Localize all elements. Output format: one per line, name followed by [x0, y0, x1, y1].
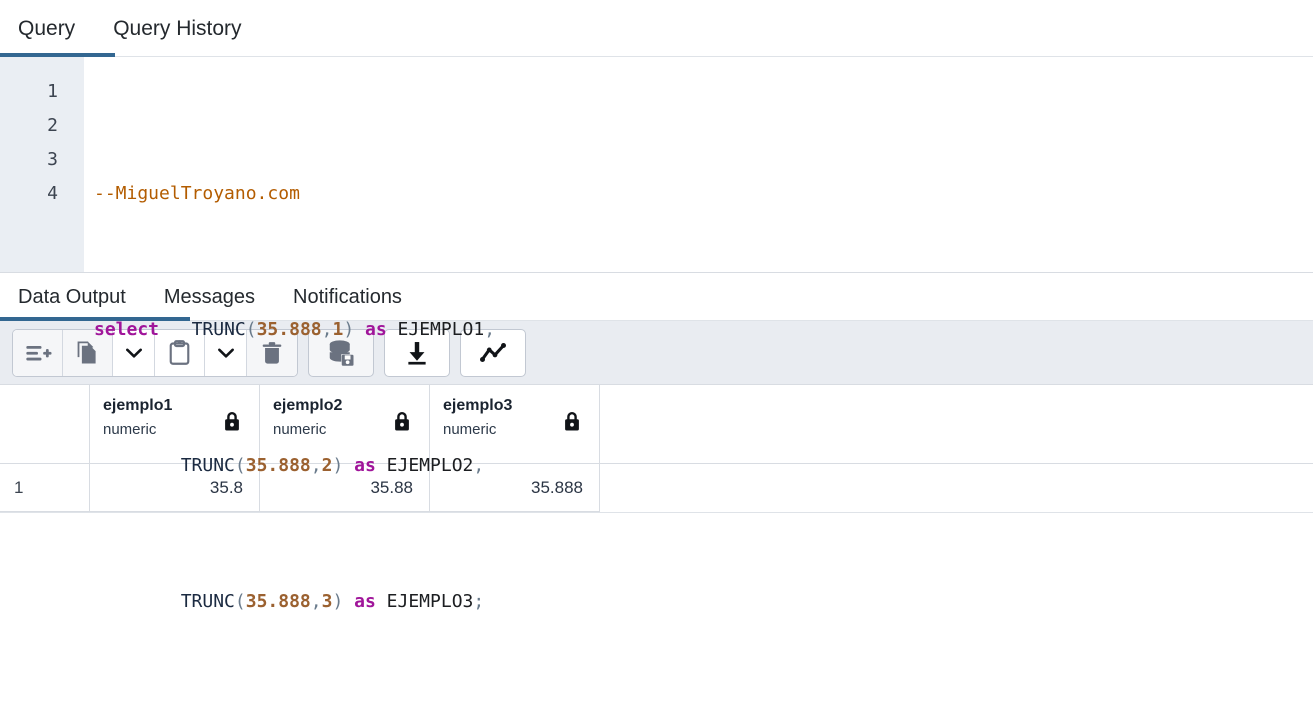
grid-column-header-ejemplo1[interactable]: ejemplo1 numeric [90, 385, 260, 463]
line-number: 2 [47, 115, 58, 136]
column-header-content: ejemplo2 numeric [260, 385, 429, 463]
line-number: 3 [47, 149, 58, 170]
row-number: 1 [14, 477, 24, 497]
add-row-button[interactable] [13, 329, 63, 376]
grid-corner-cell[interactable] [0, 385, 90, 463]
sql-comment-token: --MiguelTroyano.com [94, 183, 300, 204]
lock-icon [391, 410, 413, 439]
sql-close-paren: ) [343, 319, 355, 340]
add-row-icon [25, 345, 52, 360]
column-header-content: ejemplo3 numeric [430, 385, 599, 463]
sql-comma: , [310, 591, 322, 612]
tab-notifications[interactable]: Notifications [293, 273, 402, 321]
tab-query-history[interactable]: Query History [113, 0, 257, 57]
sql-keyword-as: as [354, 591, 376, 612]
sql-alias-1: EJEMPLO1 [397, 319, 485, 340]
output-tabstrip-baseline [190, 320, 1313, 321]
sql-indent [94, 591, 181, 612]
sql-function-trunc: TRUNC [191, 319, 246, 340]
sql-keyword-select: select [94, 319, 160, 340]
sql-space [159, 319, 181, 340]
code-line-1: --MiguelTroyano.com [94, 177, 1313, 211]
tab-data-output[interactable]: Data Output [18, 273, 126, 321]
column-header-content: ejemplo1 numeric [90, 385, 259, 463]
sql-number-value: 35.888 [256, 319, 322, 340]
line-number: 4 [47, 183, 58, 204]
sql-open-paren: ( [234, 591, 246, 612]
sql-comma: , [484, 319, 496, 340]
lock-icon [561, 410, 583, 439]
grid-corner-label [0, 385, 89, 463]
sql-semicolon: ; [473, 591, 485, 612]
sql-comma: , [321, 319, 333, 340]
sql-space [376, 591, 387, 612]
tab-messages[interactable]: Messages [164, 273, 255, 321]
sql-precision-arg: 3 [321, 591, 333, 612]
grid-column-header-ejemplo2[interactable]: ejemplo2 numeric [260, 385, 430, 463]
sql-open-paren: ( [245, 319, 257, 340]
editor-line-number-gutter: 1 2 3 4 [0, 57, 84, 272]
output-tabstrip: Data Output Messages Notifications [0, 273, 1313, 321]
sql-space [387, 319, 398, 340]
line-number: 1 [47, 81, 58, 102]
query-tabstrip: Query Query History [0, 0, 1313, 57]
tab-data-output-active-indicator [0, 317, 190, 321]
sql-space [343, 591, 354, 612]
sql-space [354, 319, 365, 340]
sql-close-paren: ) [332, 591, 344, 612]
code-line-4: TRUNC(35.888,3) as EJEMPLO3; [94, 585, 1313, 619]
sql-editor[interactable]: 1 2 3 4 --MiguelTroyano.com select TRUNC… [0, 57, 1313, 612]
sql-alias-3: EJEMPLO3 [386, 591, 474, 612]
grid-row-number-cell[interactable]: 1 [0, 464, 90, 512]
sql-number-value: 35.888 [245, 591, 311, 612]
sql-space [181, 319, 192, 340]
sql-precision-arg: 1 [332, 319, 344, 340]
lock-icon [221, 410, 243, 439]
grid-column-header-ejemplo3[interactable]: ejemplo3 numeric [430, 385, 600, 463]
sql-keyword-as: as [365, 319, 387, 340]
sql-function-trunc: TRUNC [180, 591, 235, 612]
tab-query[interactable]: Query [18, 0, 91, 57]
sql-code-area[interactable]: --MiguelTroyano.com select TRUNC(35.888,… [84, 57, 1313, 612]
